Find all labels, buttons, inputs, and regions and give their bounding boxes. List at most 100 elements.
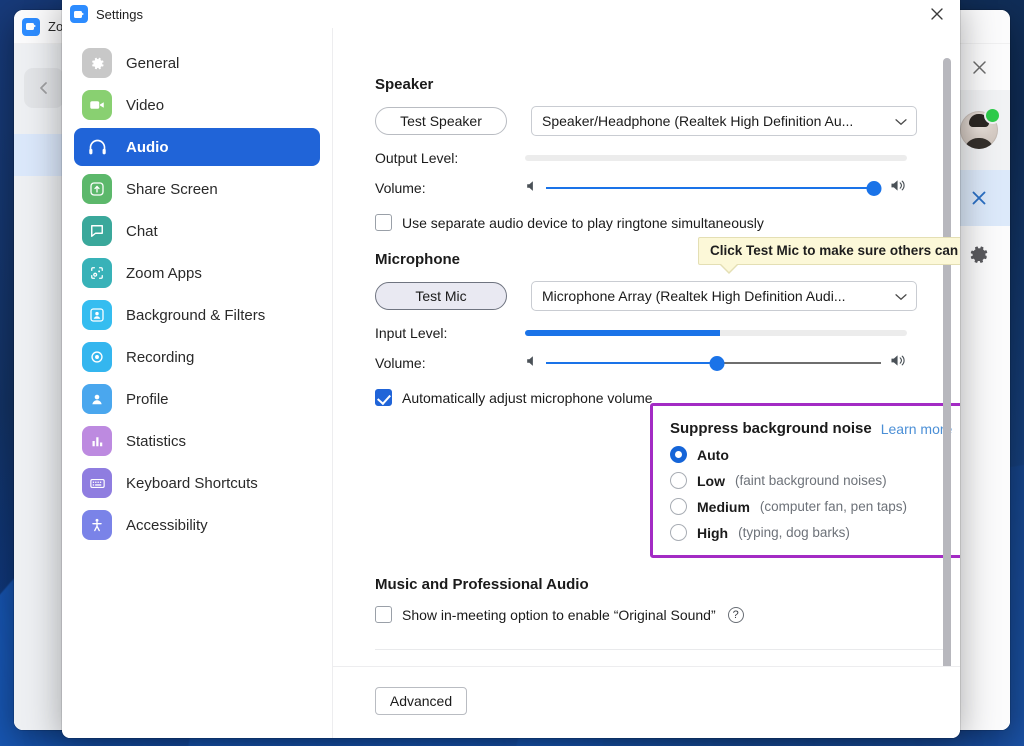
sidebar-item-zoom-apps[interactable]: Zoom Apps bbox=[74, 254, 320, 292]
record-icon bbox=[82, 342, 112, 372]
music-audio-heading: Music and Professional Audio bbox=[375, 576, 589, 593]
microphone-device-select[interactable]: Microphone Array (Realtek High Definitio… bbox=[531, 281, 917, 311]
radio-high[interactable] bbox=[670, 524, 687, 541]
close-icon bbox=[972, 60, 986, 74]
settings-window-title: Settings bbox=[96, 6, 143, 22]
zoom-logo-icon bbox=[22, 17, 40, 36]
sidebar-item-background-filters[interactable]: Background & Filters bbox=[74, 296, 320, 334]
microphone-volume-track[interactable] bbox=[546, 354, 881, 372]
noise-option-label: Medium bbox=[697, 498, 750, 515]
chat-bubble-icon bbox=[82, 216, 112, 246]
separate-ringtone-label: Use separate audio device to play ringto… bbox=[402, 214, 764, 231]
speaker-volume-label: Volume: bbox=[375, 180, 426, 196]
noise-option-hint: (typing, dog barks) bbox=[738, 525, 850, 540]
scrollbar-thumb[interactable] bbox=[943, 58, 951, 673]
auto-adjust-mic-checkbox[interactable] bbox=[375, 389, 392, 406]
noise-option-medium[interactable]: Medium (computer fan, pen taps) bbox=[670, 498, 960, 515]
noise-option-hint: (faint background noises) bbox=[735, 473, 887, 488]
settings-body: General Video Audio Share Screen Chat Zo… bbox=[62, 28, 960, 738]
sidebar-item-label: General bbox=[126, 54, 180, 72]
settings-close-button[interactable] bbox=[914, 0, 960, 28]
chevron-down-icon bbox=[895, 113, 907, 129]
slider-thumb[interactable] bbox=[866, 180, 882, 196]
speaker-device-select[interactable]: Speaker/Headphone (Realtek High Definiti… bbox=[531, 106, 917, 136]
close-icon bbox=[972, 191, 986, 205]
help-circle-icon[interactable]: ? bbox=[727, 606, 744, 623]
separate-ringtone-device-row[interactable]: Use separate audio device to play ringto… bbox=[375, 214, 960, 231]
speaker-low-icon bbox=[525, 354, 539, 373]
speaker-high-icon bbox=[890, 178, 907, 198]
sidebar-item-share-screen[interactable]: Share Screen bbox=[74, 170, 320, 208]
sidebar-item-label: Audio bbox=[126, 138, 169, 156]
video-camera-icon bbox=[82, 90, 112, 120]
suppress-background-noise-highlight: Suppress background noise Learn more Aut… bbox=[650, 403, 960, 558]
sidebar-item-accessibility[interactable]: Accessibility bbox=[74, 506, 320, 544]
speaker-high-icon bbox=[890, 353, 907, 373]
noise-option-hint: (computer fan, pen taps) bbox=[759, 499, 907, 514]
speaker-volume-slider[interactable] bbox=[525, 178, 907, 198]
speaker-device-value: Speaker/Headphone (Realtek High Definiti… bbox=[542, 113, 854, 129]
sidebar-item-general[interactable]: General bbox=[74, 44, 320, 82]
noise-option-high[interactable]: High (typing, dog barks) bbox=[670, 524, 960, 541]
original-sound-row[interactable]: Show in-meeting option to enable “Origin… bbox=[375, 606, 960, 623]
sidebar-item-statistics[interactable]: Statistics bbox=[74, 422, 320, 460]
settings-scrollbar[interactable] bbox=[943, 58, 951, 736]
separate-ringtone-checkbox[interactable] bbox=[375, 214, 392, 231]
slider-thumb[interactable] bbox=[709, 355, 725, 371]
back-button[interactable] bbox=[24, 68, 64, 108]
input-level-fill bbox=[525, 330, 720, 336]
noise-option-label: High bbox=[697, 524, 729, 541]
sidebar-item-label: Accessibility bbox=[126, 516, 208, 534]
sidebar-item-label: Chat bbox=[126, 222, 158, 240]
microphone-volume-slider[interactable] bbox=[525, 353, 907, 373]
learn-more-link[interactable]: Learn more bbox=[881, 421, 953, 437]
output-level-label: Output Level: bbox=[375, 150, 459, 166]
suppress-noise-heading: Suppress background noise bbox=[670, 420, 872, 437]
status-badge bbox=[986, 109, 999, 122]
sidebar-item-keyboard-shortcuts[interactable]: Keyboard Shortcuts bbox=[74, 464, 320, 502]
speaker-device-row: Test Speaker Speaker/Headphone (Realtek … bbox=[375, 106, 960, 136]
background-filters-icon bbox=[82, 300, 112, 330]
input-level-meter bbox=[525, 330, 907, 336]
noise-option-auto[interactable]: Auto bbox=[670, 446, 960, 463]
output-level-row: Output Level: bbox=[375, 150, 960, 166]
gear-icon bbox=[970, 246, 987, 263]
settings-titlebar[interactable]: Settings bbox=[62, 0, 960, 28]
microphone-device-value: Microphone Array (Realtek High Definitio… bbox=[542, 288, 846, 304]
test-speaker-button[interactable]: Test Speaker bbox=[375, 107, 507, 135]
settings-window: Settings General Video Audio Share Scree… bbox=[62, 0, 960, 738]
divider bbox=[375, 649, 943, 650]
audio-settings-panel: Speaker Test Speaker Speaker/Headphone (… bbox=[333, 28, 960, 738]
speaker-volume-track[interactable] bbox=[546, 179, 882, 197]
original-sound-checkbox[interactable] bbox=[375, 606, 392, 623]
speaker-volume-row: Volume: bbox=[375, 178, 960, 198]
zoom-apps-icon bbox=[82, 258, 112, 288]
bar-chart-icon bbox=[82, 426, 112, 456]
output-level-meter bbox=[525, 155, 907, 161]
gear-icon bbox=[82, 48, 112, 78]
settings-footer: Advanced bbox=[333, 666, 960, 738]
input-level-row: Input Level: bbox=[375, 325, 960, 341]
keyboard-icon bbox=[82, 468, 112, 498]
test-mic-button[interactable]: Test Mic bbox=[375, 282, 507, 310]
sidebar-item-profile[interactable]: Profile bbox=[74, 380, 320, 418]
sidebar-item-label: Zoom Apps bbox=[126, 264, 202, 282]
share-screen-icon bbox=[82, 174, 112, 204]
close-icon bbox=[931, 8, 943, 20]
sidebar-item-label: Statistics bbox=[126, 432, 187, 450]
sidebar-item-recording[interactable]: Recording bbox=[74, 338, 320, 376]
noise-option-label: Auto bbox=[697, 446, 729, 463]
person-icon bbox=[82, 384, 112, 414]
radio-auto[interactable] bbox=[670, 446, 687, 463]
microphone-device-row: Test Mic Microphone Array (Realtek High … bbox=[375, 281, 960, 311]
radio-medium[interactable] bbox=[670, 498, 687, 515]
sidebar-item-chat[interactable]: Chat bbox=[74, 212, 320, 250]
radio-low[interactable] bbox=[670, 472, 687, 489]
sidebar-item-audio[interactable]: Audio bbox=[74, 128, 320, 166]
noise-option-low[interactable]: Low (faint background noises) bbox=[670, 472, 960, 489]
sidebar-item-video[interactable]: Video bbox=[74, 86, 320, 124]
original-sound-label: Show in-meeting option to enable “Origin… bbox=[402, 606, 716, 623]
headphones-icon bbox=[82, 132, 112, 162]
advanced-button[interactable]: Advanced bbox=[375, 687, 467, 715]
microphone-volume-label: Volume: bbox=[375, 355, 426, 371]
